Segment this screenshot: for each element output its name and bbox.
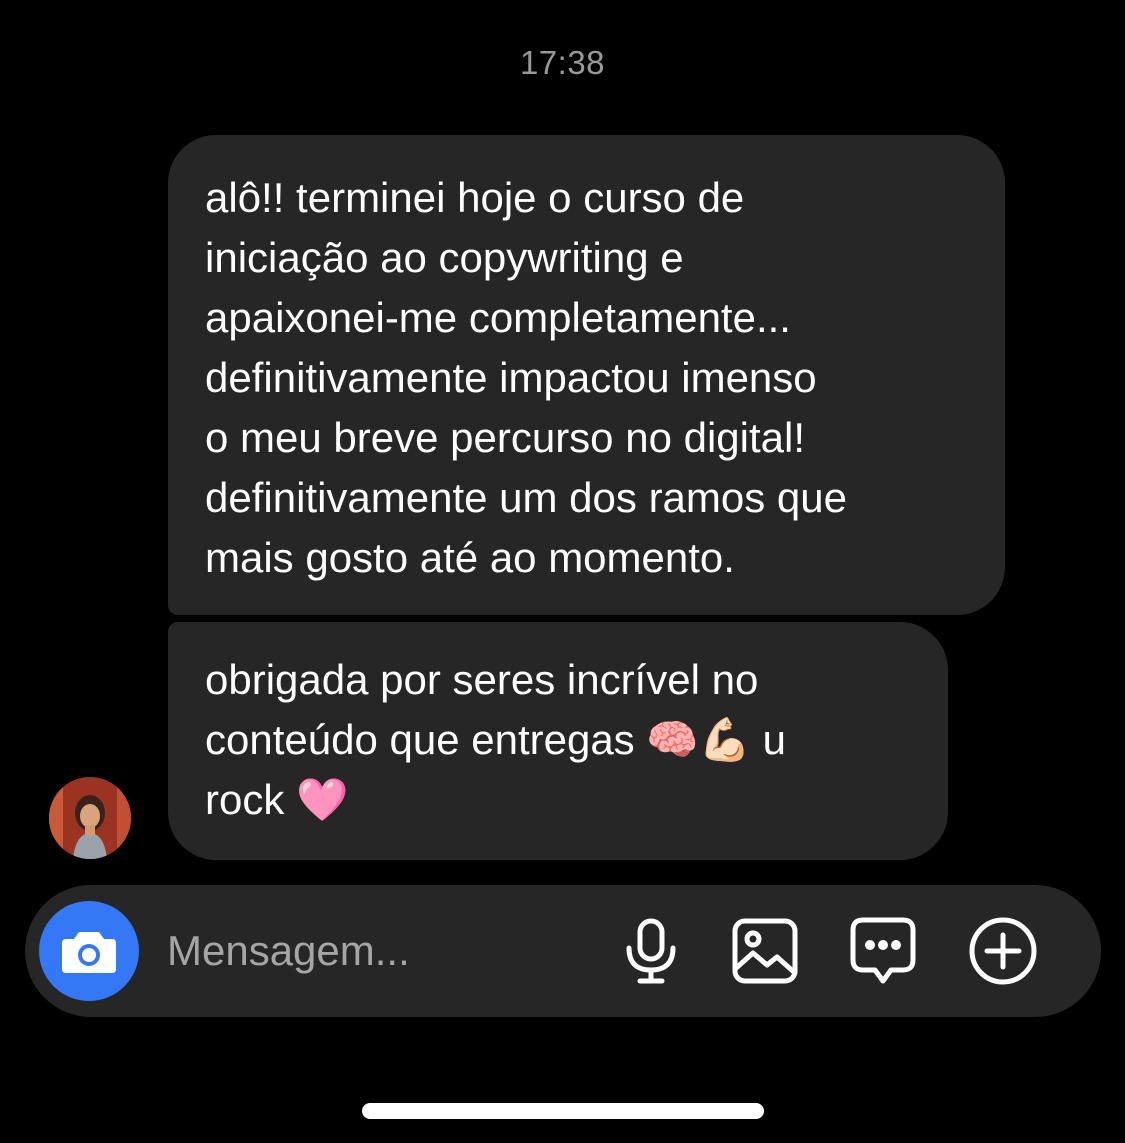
chat-bubble-icon bbox=[850, 917, 916, 984]
avatar[interactable] bbox=[49, 777, 131, 859]
more-button[interactable] bbox=[967, 915, 1039, 987]
timestamp: 17:38 bbox=[519, 44, 606, 81]
message-composer bbox=[25, 885, 1101, 1017]
image-icon bbox=[732, 918, 798, 984]
gallery-button[interactable] bbox=[729, 915, 801, 987]
message-bubble[interactable]: obrigada por seres incrível no conteúdo … bbox=[168, 622, 948, 860]
camera-icon bbox=[62, 932, 116, 973]
message-text: obrigada por seres incrível no conteúdo … bbox=[205, 656, 786, 823]
camera-button[interactable] bbox=[39, 901, 139, 1001]
home-indicator bbox=[362, 1103, 764, 1119]
avatar-photo bbox=[49, 777, 131, 859]
voice-message-button[interactable] bbox=[615, 915, 687, 987]
message-text: alô!! terminei hoje o curso de iniciação… bbox=[205, 174, 847, 581]
sticker-button[interactable] bbox=[847, 915, 919, 987]
message-bubble[interactable]: alô!! terminei hoje o curso de iniciação… bbox=[168, 135, 1005, 615]
plus-circle-icon bbox=[969, 917, 1037, 985]
message-input[interactable] bbox=[167, 921, 587, 981]
microphone-icon bbox=[626, 918, 676, 984]
